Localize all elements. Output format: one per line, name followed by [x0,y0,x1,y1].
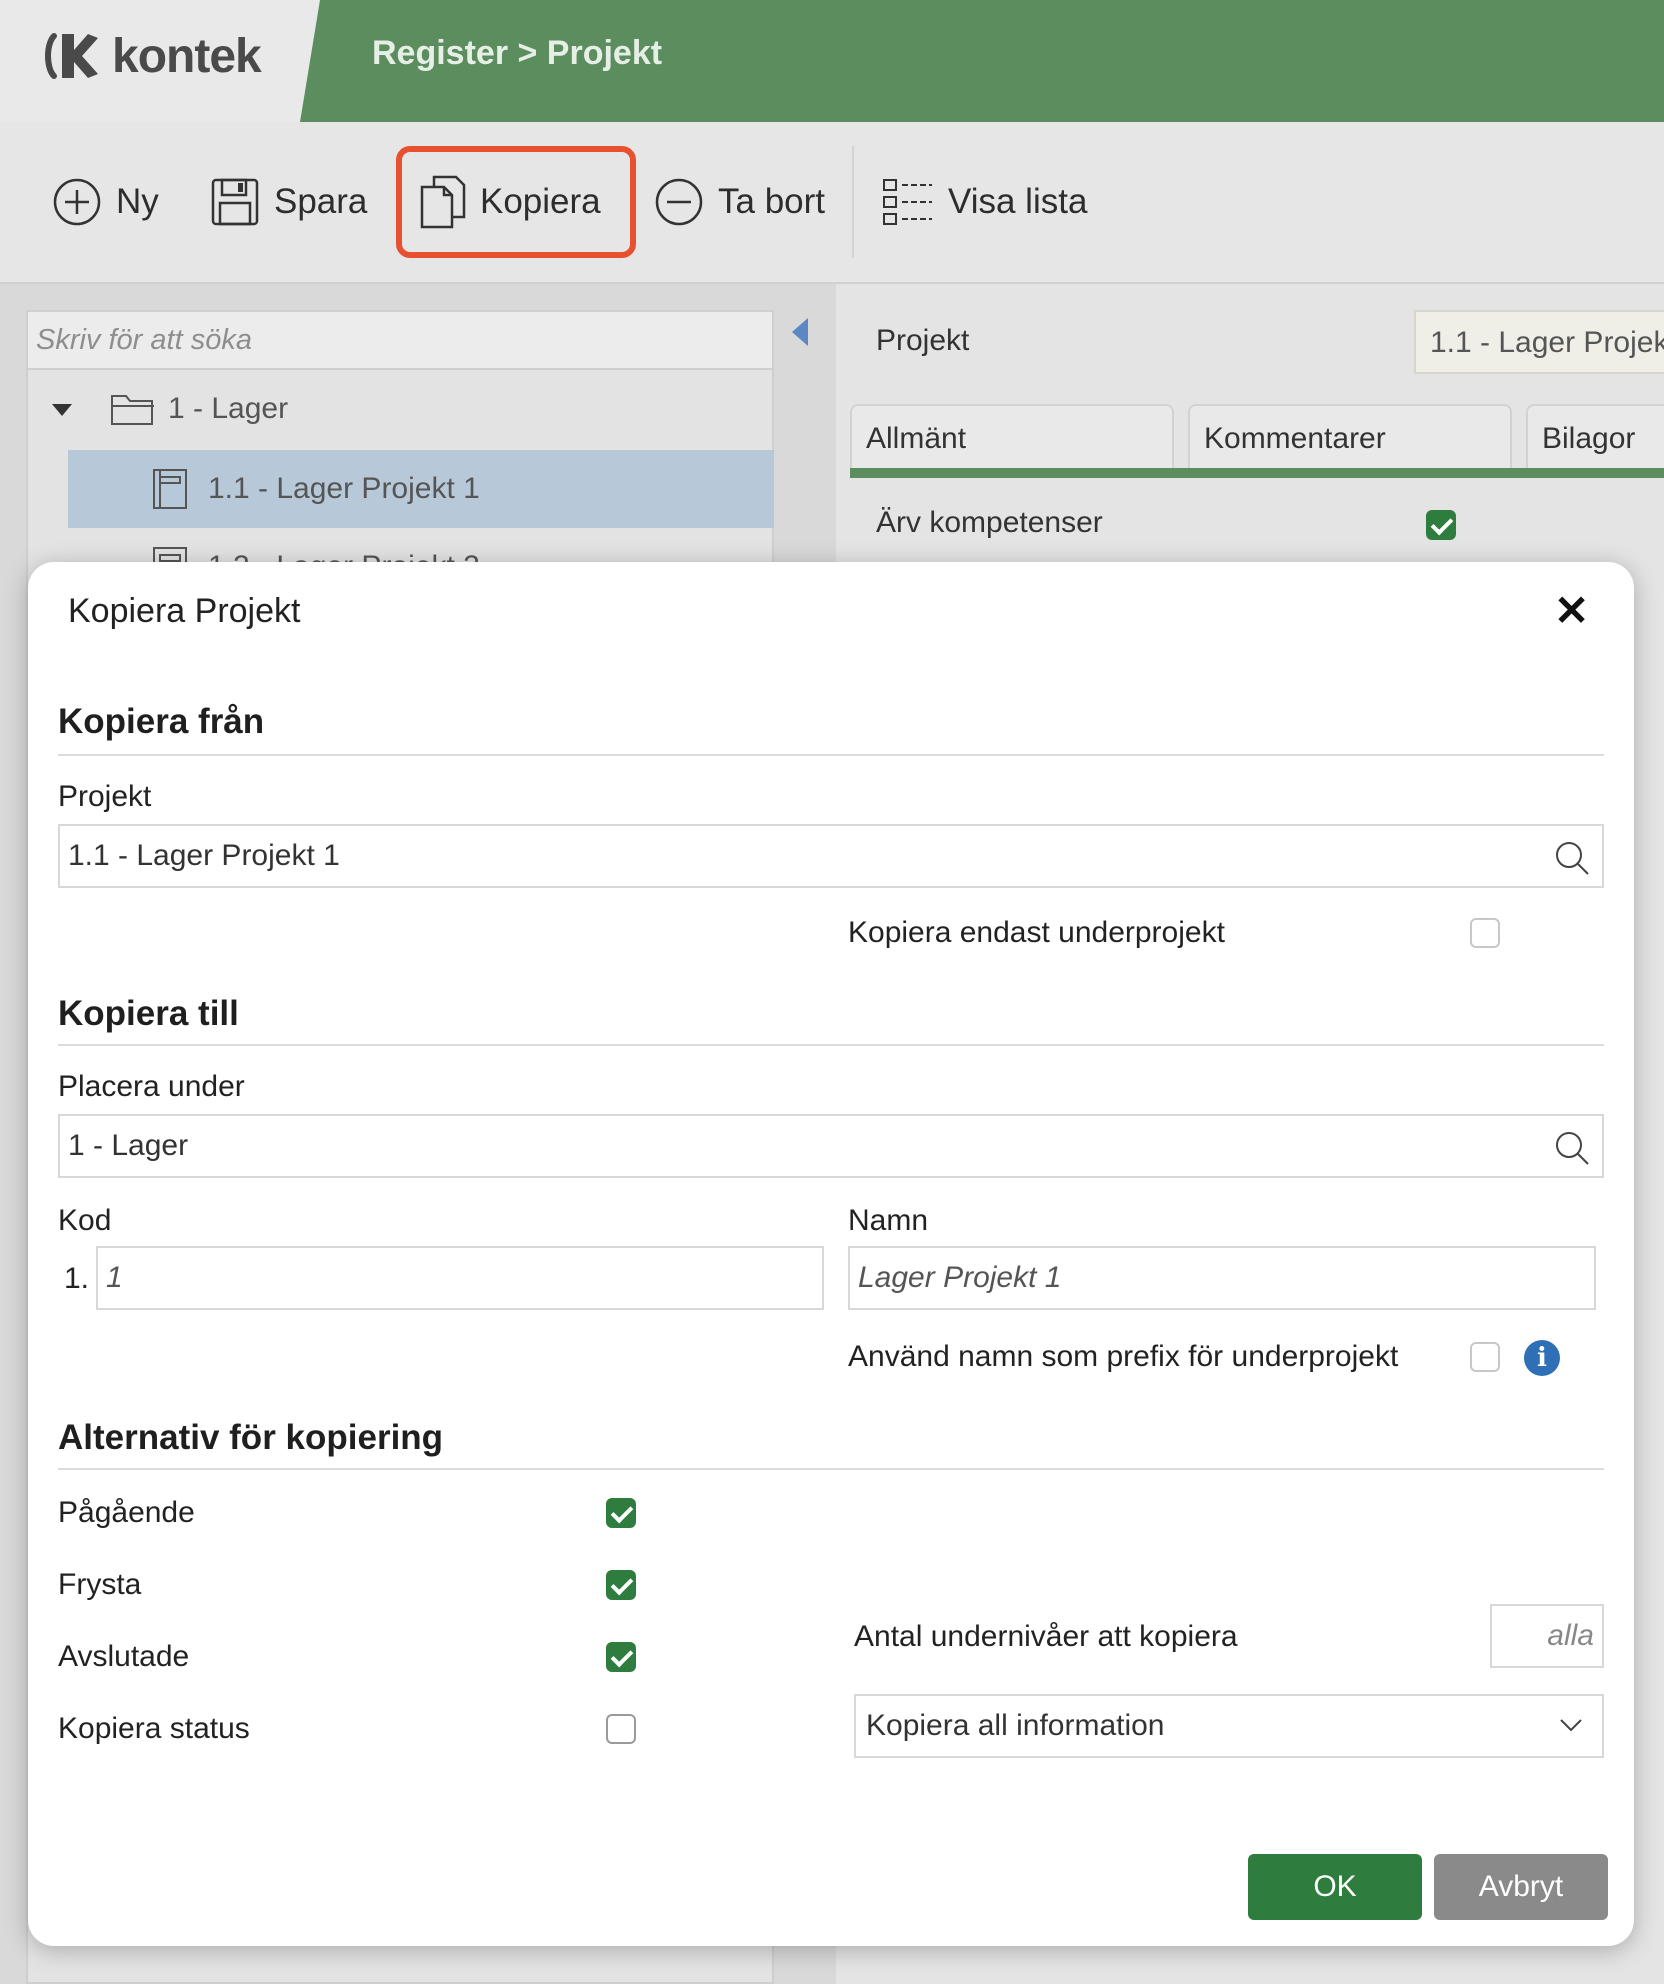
logo-text: kontek [112,29,262,83]
only-subprojects-checkbox[interactable] [1470,918,1500,948]
delete-label: Ta bort [718,182,825,221]
only-subprojects-label: Kopiera endast underprojekt [848,916,1225,949]
tree-item-lager[interactable]: 1 - Lager [28,370,774,448]
app-header: kontek Register > Projekt [0,0,1664,122]
from-project-value: 1.1 - Lager Projekt 1 [68,839,340,872]
breadcrumb[interactable]: Register > Projekt [372,34,662,73]
option-frozen-label: Frysta [58,1568,142,1601]
tab-underline [850,468,1664,478]
from-project-label: Projekt [58,780,152,813]
prefix-label: Använd namn som prefix för underprojekt [848,1340,1399,1373]
section-copy-options: Alternativ för kopiering [58,1418,444,1457]
kontek-logo-icon [45,33,98,79]
new-button[interactable]: Ny [52,166,159,238]
minus-circle-icon [655,178,703,226]
expand-caret-icon[interactable] [52,404,72,416]
folder-icon [111,395,154,425]
option-copy-status-label: Kopiera status [58,1712,250,1745]
save-label: Spara [274,182,368,221]
copy-mode-value: Kopiera all information [866,1709,1165,1742]
tree-item-label: 1 - Lager [168,392,289,425]
section-copy-to: Kopiera till [58,994,239,1033]
tab-kommentarer[interactable]: Kommentarer [1188,404,1512,468]
copy-project-dialog: Kopiera Projekt ✕ Kopiera från Projekt 1… [28,562,1634,1946]
logo: kontek [44,28,262,84]
project-label: Projekt [876,324,970,357]
project-document-icon [153,469,187,509]
floppy-disk-icon [211,178,259,226]
collapse-panel-icon[interactable] [792,318,808,346]
sublevels-label: Antal undernivåer att kopiera [854,1620,1238,1653]
option-closed-checkbox[interactable] [606,1642,636,1672]
code-prefix: 1. [64,1262,90,1295]
copy-label: Kopiera [480,182,601,221]
ok-button[interactable]: OK [1248,1854,1422,1920]
section-divider [58,754,1604,756]
section-divider [58,1044,1604,1046]
inherit-competences-checkbox[interactable] [1426,510,1456,540]
save-button[interactable]: Spara [210,166,367,238]
show-list-button[interactable]: Visa lista [882,166,1087,238]
tab-allmant[interactable]: Allmänt [850,404,1174,468]
tree-item-lager-projekt-1[interactable]: 1.1 - Lager Projekt 1 [68,450,774,528]
option-closed-label: Avslutade [58,1640,190,1673]
close-icon[interactable]: ✕ [1554,586,1589,635]
project-value-field[interactable]: 1.1 - Lager Projekt 1 [1414,310,1664,374]
code-input[interactable]: 1 [96,1246,824,1310]
option-copy-status-checkbox[interactable] [606,1714,636,1744]
dialog-title: Kopiera Projekt [68,592,301,630]
show-list-label: Visa lista [948,182,1088,221]
code-label: Kod [58,1204,112,1237]
copy-button[interactable]: Kopiera [420,166,601,238]
toolbar-divider [852,146,854,258]
new-label: Ny [116,182,159,221]
option-frozen-checkbox[interactable] [606,1570,636,1600]
delete-button[interactable]: Ta bort [654,166,825,238]
name-label: Namn [848,1204,929,1237]
place-under-input[interactable]: 1 - Lager [58,1114,1604,1178]
from-project-input[interactable]: 1.1 - Lager Projekt 1 [58,824,1604,888]
name-input[interactable]: Lager Projekt 1 [848,1246,1596,1310]
tree-item-label: 1.1 - Lager Projekt 1 [208,472,480,505]
section-copy-from: Kopiera från [58,702,265,741]
copy-mode-select[interactable]: Kopiera all information [854,1694,1604,1758]
cancel-button[interactable]: Avbryt [1434,1854,1608,1920]
place-under-value: 1 - Lager [68,1129,189,1162]
copy-document-icon [420,175,466,229]
inherit-competences-label: Ärv kompetenser [876,506,1103,539]
info-icon[interactable]: i [1524,1340,1560,1376]
list-icon [883,179,932,225]
search-icon[interactable] [1554,840,1590,876]
section-divider [58,1468,1604,1470]
sublevels-input[interactable]: alla [1490,1604,1604,1668]
place-under-label: Placera under [58,1070,245,1103]
option-ongoing-label: Pågående [58,1496,195,1529]
prefix-checkbox[interactable] [1470,1342,1500,1372]
tab-bilagor[interactable]: Bilagor [1526,404,1664,468]
chevron-down-icon [1560,1719,1582,1732]
search-icon[interactable] [1554,1130,1590,1166]
option-ongoing-checkbox[interactable] [606,1498,636,1528]
toolbar: Ny Spara Kopiera Ta bort Visa lista [0,122,1664,284]
logo-area: kontek [0,0,320,122]
tree-search-input[interactable]: Skriv för att söka [28,312,772,370]
plus-circle-icon [53,178,101,226]
